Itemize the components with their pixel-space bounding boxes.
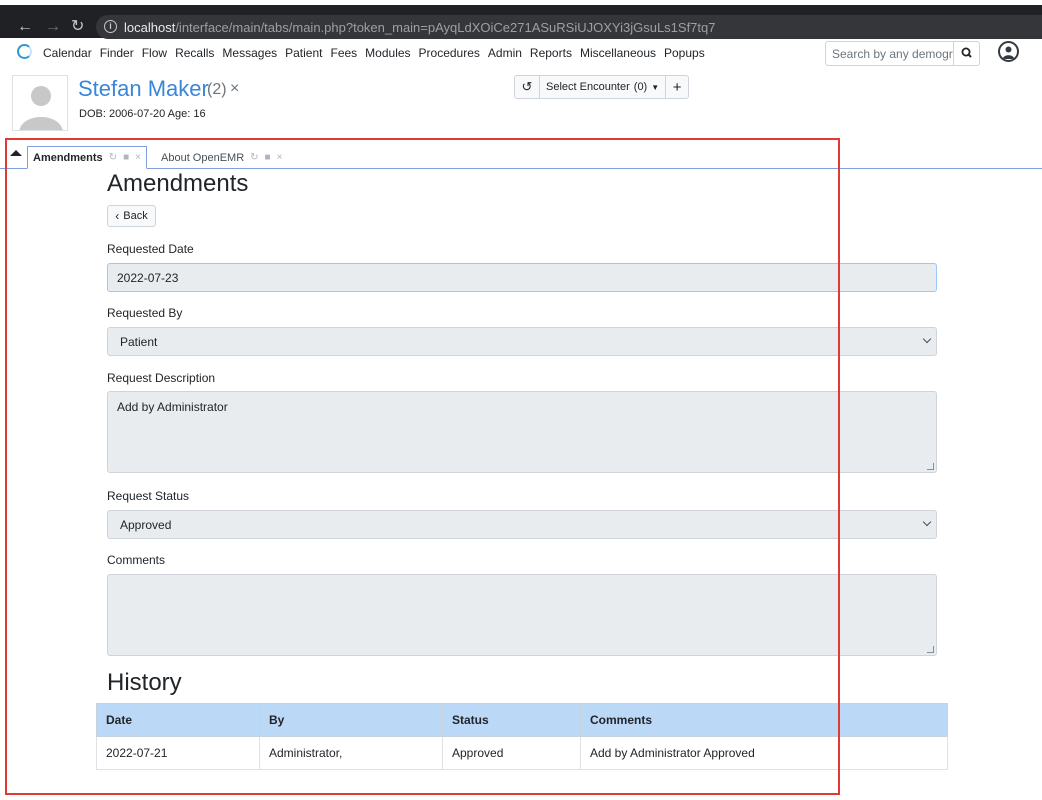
patient-name[interactable]: Stefan Maker [78, 76, 209, 102]
history-date-cell: 2022-07-21 [96, 736, 260, 770]
lock-icon[interactable]: ■ [265, 152, 271, 163]
caret-down-icon: ▼ [651, 82, 660, 92]
browser-chrome: ← → ↻ i localhost/interface/main/tabs/ma… [0, 0, 1042, 39]
history-icon: ↺ [521, 79, 533, 94]
back-label: Back [123, 210, 148, 222]
history-comments-cell: Add by Administrator Approved [580, 736, 948, 770]
encounter-count: (0) [633, 81, 648, 93]
tab-label: About OpenEMR [161, 151, 245, 164]
column-header-comments: Comments [580, 703, 948, 737]
refresh-icon[interactable]: ↻ [250, 152, 258, 163]
refresh-icon[interactable]: ↻ [109, 152, 117, 163]
request-description-value: Add by Administrator [117, 400, 228, 414]
menu-item-calendar[interactable]: Calendar [43, 46, 92, 60]
collapse-header-icon[interactable] [10, 150, 22, 156]
history-title: History [107, 669, 182, 696]
select-encounter-dropdown[interactable]: Select Encounter (0) ▼ [540, 76, 667, 98]
requested-date-value: 2022-07-23 [117, 271, 179, 285]
menu-item-flow[interactable]: Flow [142, 46, 167, 60]
requested-date-label: Requested Date [107, 242, 194, 256]
request-status-value: Approved [120, 518, 172, 532]
main-menu: Calendar Finder Flow Recalls Messages Pa… [43, 46, 705, 60]
chevron-down-icon [922, 517, 932, 527]
search-button[interactable] [953, 42, 979, 65]
comments-textarea[interactable] [107, 574, 937, 656]
requested-by-select[interactable]: Patient [107, 327, 937, 356]
browser-toolbar: ← → ↻ i localhost/interface/main/tabs/ma… [0, 5, 1042, 39]
patient-search-input[interactable] [826, 42, 953, 65]
menu-item-modules[interactable]: Modules [365, 46, 410, 60]
requested-by-label: Requested By [107, 306, 183, 320]
requested-by-value: Patient [120, 335, 158, 349]
request-description-label: Request Description [107, 371, 216, 385]
history-status-cell: Approved [442, 736, 581, 770]
patient-dob-age: DOB: 2006-07-20 Age: 16 [79, 108, 206, 120]
url-path: /interface/main/tabs/main.php?token_main… [175, 20, 716, 35]
requested-date-field[interactable]: 2022-07-23 [107, 263, 937, 292]
address-bar[interactable]: i localhost/interface/main/tabs/main.php… [96, 15, 1042, 39]
menu-item-miscellaneous[interactable]: Miscellaneous [580, 46, 656, 60]
resize-grip-icon[interactable] [927, 463, 934, 470]
menu-item-admin[interactable]: Admin [488, 46, 522, 60]
tab-about-openemr[interactable]: About OpenEMR ↻ ■ × [156, 146, 287, 169]
encounter-selector: ↺ Select Encounter (0) ▼ + [514, 75, 690, 99]
user-profile-icon[interactable] [998, 41, 1019, 62]
chevron-left-icon: ‹ [115, 209, 120, 223]
table-row: 2022-07-21 Administrator, Approved Add b… [96, 736, 948, 770]
back-button[interactable]: ‹ Back [107, 205, 156, 227]
add-encounter-button[interactable]: + [666, 76, 688, 98]
patient-pid: (2) [207, 81, 227, 98]
close-tab-icon[interactable]: × [277, 152, 283, 163]
table-header-row: Date By Status Comments [96, 703, 948, 737]
resize-grip-icon[interactable] [927, 646, 934, 653]
history-table: Date By Status Comments 2022-07-21 Admin… [96, 703, 948, 770]
encounter-history-button[interactable]: ↺ [515, 76, 540, 98]
menu-item-popups[interactable]: Popups [664, 46, 705, 60]
tab-label: Amendments [33, 151, 103, 164]
select-encounter-label: Select Encounter [546, 81, 630, 93]
page-title: Amendments [107, 170, 249, 197]
menu-item-procedures[interactable]: Procedures [419, 46, 480, 60]
back-arrow-icon[interactable]: ← [17, 19, 33, 35]
url-host: localhost [124, 20, 176, 35]
menu-item-messages[interactable]: Messages [222, 46, 277, 60]
history-by-cell: Administrator, [259, 736, 443, 770]
chevron-down-icon [922, 334, 932, 344]
request-status-select[interactable]: Approved [107, 510, 937, 539]
lock-icon[interactable]: ■ [123, 152, 129, 163]
menu-item-finder[interactable]: Finder [100, 46, 134, 60]
tab-amendments[interactable]: Amendments ↻ ■ × [27, 146, 147, 169]
openemr-logo-icon[interactable] [17, 44, 32, 59]
request-status-label: Request Status [107, 489, 190, 503]
menu-item-fees[interactable]: Fees [330, 46, 357, 60]
url-text: localhost/interface/main/tabs/main.php?t… [124, 20, 716, 35]
avatar-placeholder-icon [19, 86, 63, 130]
request-description-textarea[interactable]: Add by Administrator [107, 391, 937, 473]
main-menu-bar: Calendar Finder Flow Recalls Messages Pa… [0, 38, 1042, 68]
forward-arrow-icon[interactable]: → [45, 19, 61, 35]
menu-item-recalls[interactable]: Recalls [175, 46, 214, 60]
search-icon [961, 47, 972, 58]
patient-avatar [12, 75, 68, 131]
menu-item-reports[interactable]: Reports [530, 46, 572, 60]
user-silhouette-icon [1002, 46, 1015, 59]
close-patient-icon[interactable]: × [230, 80, 239, 98]
menu-item-patient[interactable]: Patient [285, 46, 322, 60]
column-header-by: By [259, 703, 443, 737]
close-tab-icon[interactable]: × [135, 152, 141, 163]
reload-icon[interactable]: ↻ [71, 19, 84, 35]
column-header-status: Status [442, 703, 581, 737]
info-icon[interactable]: i [104, 20, 117, 33]
comments-label: Comments [107, 553, 166, 567]
patient-search [825, 41, 980, 66]
column-header-date: Date [96, 703, 260, 737]
